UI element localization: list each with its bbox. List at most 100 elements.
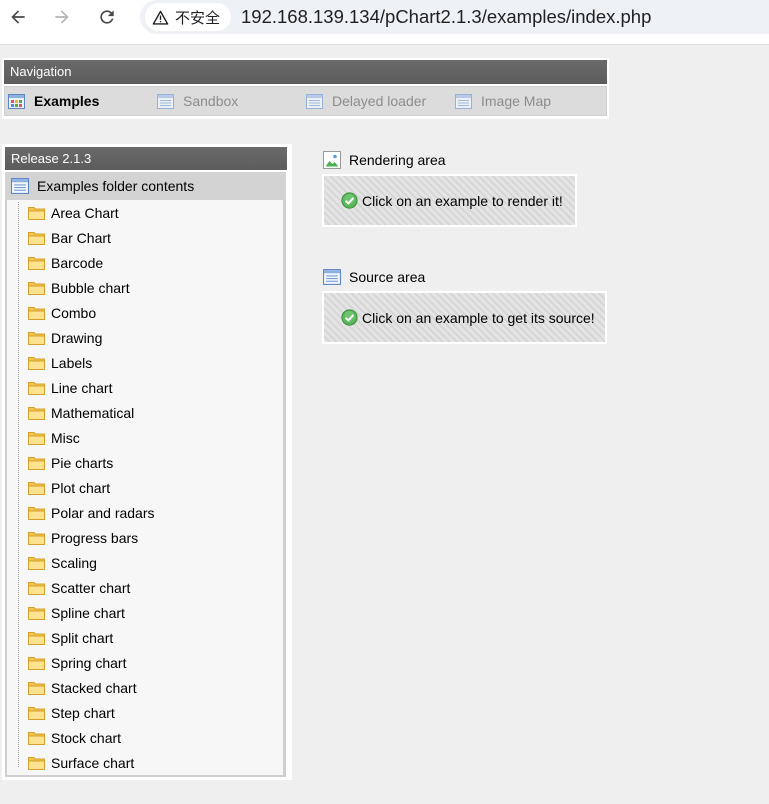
folder-icon	[28, 731, 45, 745]
address-bar[interactable]: 不安全 192.168.139.134/pChart2.1.3/examples…	[140, 0, 769, 34]
folder-icon	[28, 756, 45, 770]
release-header: Release 2.1.3	[5, 147, 287, 170]
folder-item-label[interactable]: Spring chart	[51, 655, 126, 671]
folder-item-label[interactable]: Polar and radars	[51, 505, 155, 521]
folder-item-label[interactable]: Misc	[51, 430, 80, 446]
reload-button[interactable]	[94, 4, 120, 30]
arrow-right-icon	[55, 10, 69, 24]
folder-icon	[28, 381, 45, 395]
folder-item-label[interactable]: Stacked chart	[51, 680, 137, 696]
folder-icon	[28, 406, 45, 420]
folder-item-label[interactable]: Stock chart	[51, 730, 121, 746]
tab-image-map[interactable]: Image Map	[452, 87, 601, 115]
folder-item-label[interactable]: Plot chart	[51, 480, 110, 496]
folder-item-plot-chart[interactable]: Plot chart	[7, 475, 283, 500]
folder-icon	[28, 631, 45, 645]
site-security-chip[interactable]: 不安全	[145, 3, 231, 31]
folder-item-label[interactable]: Mathematical	[51, 405, 134, 421]
folder-item-label[interactable]: Barcode	[51, 255, 103, 271]
release-panel: Release 2.1.3 Examples folder contents A…	[2, 144, 292, 780]
folder-icon	[28, 456, 45, 470]
folder-item-label[interactable]: Bar Chart	[51, 230, 111, 246]
folder-item-split-chart[interactable]: Split chart	[7, 625, 283, 650]
folder-icon	[28, 481, 45, 495]
rendering-area-box: Click on an example to render it!	[322, 174, 577, 227]
folder-item-scaling[interactable]: Scaling	[7, 550, 283, 575]
folder-item-area-chart[interactable]: Area Chart	[7, 200, 283, 225]
folder-item-label[interactable]: Combo	[51, 305, 96, 321]
folder-item-spline-chart[interactable]: Spline chart	[7, 600, 283, 625]
tab-label[interactable]: Sandbox	[183, 93, 238, 109]
tab-label[interactable]: Delayed loader	[332, 93, 426, 109]
folder-item-step-chart[interactable]: Step chart	[7, 700, 283, 725]
check-circle-icon	[341, 192, 358, 209]
folder-item-label[interactable]: Surface chart	[51, 755, 134, 771]
folder-item-scatter-chart[interactable]: Scatter chart	[7, 575, 283, 600]
security-label: 不安全	[175, 8, 221, 27]
folder-item-spring-chart[interactable]: Spring chart	[7, 650, 283, 675]
folder-item-stock-chart[interactable]: Stock chart	[7, 725, 283, 750]
browser-toolbar: 不安全 192.168.139.134/pChart2.1.3/examples…	[0, 0, 769, 45]
folder-item-polar-and-radars[interactable]: Polar and radars	[7, 500, 283, 525]
folder-item-label[interactable]: Drawing	[51, 330, 102, 346]
navigation-header: Navigation	[4, 60, 607, 84]
folder-item-label[interactable]: Scaling	[51, 555, 97, 571]
folder-item-label[interactable]: Step chart	[51, 705, 115, 721]
window-list-icon	[157, 93, 174, 109]
folder-header-label: Examples folder contents	[37, 178, 195, 194]
folder-item-label[interactable]: Spline chart	[51, 605, 125, 621]
folder-icon	[28, 606, 45, 620]
folder-item-label[interactable]: Split chart	[51, 630, 113, 646]
rendering-area-message: Click on an example to render it!	[362, 192, 563, 209]
url-text[interactable]: 192.168.139.134/pChart2.1.3/examples/ind…	[241, 0, 651, 34]
folder-icon	[28, 531, 45, 545]
folder-item-bar-chart[interactable]: Bar Chart	[7, 225, 283, 250]
tab-examples[interactable]: Examples	[5, 87, 154, 115]
folder-item-label[interactable]: Bubble chart	[51, 280, 130, 296]
folder-icon	[28, 681, 45, 695]
folder-icon	[28, 656, 45, 670]
folder-item-labels[interactable]: Labels	[7, 350, 283, 375]
tab-sandbox[interactable]: Sandbox	[154, 87, 303, 115]
back-button[interactable]	[5, 4, 31, 30]
folder-item-combo[interactable]: Combo	[7, 300, 283, 325]
folder-icon	[28, 506, 45, 520]
reload-icon	[100, 10, 114, 24]
folder-item-progress-bars[interactable]: Progress bars	[7, 525, 283, 550]
folder-icon	[28, 206, 45, 220]
folder-item-drawing[interactable]: Drawing	[7, 325, 283, 350]
examples-grid-icon	[8, 93, 25, 109]
folder-icon	[28, 556, 45, 570]
tab-label[interactable]: Examples	[34, 93, 99, 109]
folder-item-label[interactable]: Pie charts	[51, 455, 113, 471]
folder-icon	[28, 306, 45, 320]
window-list-icon	[11, 178, 29, 194]
check-circle-icon	[341, 309, 358, 326]
source-area-message: Click on an example to get its source!	[362, 309, 595, 326]
tab-label[interactable]: Image Map	[481, 93, 551, 109]
folder-item-mathematical[interactable]: Mathematical	[7, 400, 283, 425]
folder-item-label[interactable]: Scatter chart	[51, 580, 130, 596]
window-list-icon	[323, 269, 341, 285]
tab-delayed-loader[interactable]: Delayed loader	[303, 87, 452, 115]
folder-icon	[28, 256, 45, 270]
folder-icon	[28, 706, 45, 720]
folder-item-bubble-chart[interactable]: Bubble chart	[7, 275, 283, 300]
navigation-panel: Navigation Examples Sandbox Delayed load…	[2, 58, 609, 119]
source-area-title: Source area	[323, 267, 425, 287]
folder-item-label[interactable]: Progress bars	[51, 530, 138, 546]
folder-item-label[interactable]: Area Chart	[51, 205, 119, 221]
folder-item-barcode[interactable]: Barcode	[7, 250, 283, 275]
warning-icon	[152, 10, 169, 25]
folder-item-label[interactable]: Labels	[51, 355, 92, 371]
folder-icon	[28, 281, 45, 295]
folder-item-misc[interactable]: Misc	[7, 425, 283, 450]
forward-button[interactable]	[49, 4, 75, 30]
folder-item-line-chart[interactable]: Line chart	[7, 375, 283, 400]
folder-item-surface-chart[interactable]: Surface chart	[7, 750, 283, 775]
folder-item-label[interactable]: Line chart	[51, 380, 112, 396]
window-list-icon	[455, 93, 472, 109]
folder-item-stacked-chart[interactable]: Stacked chart	[7, 675, 283, 700]
folder-header[interactable]: Examples folder contents	[5, 172, 286, 200]
folder-item-pie-charts[interactable]: Pie charts	[7, 450, 283, 475]
